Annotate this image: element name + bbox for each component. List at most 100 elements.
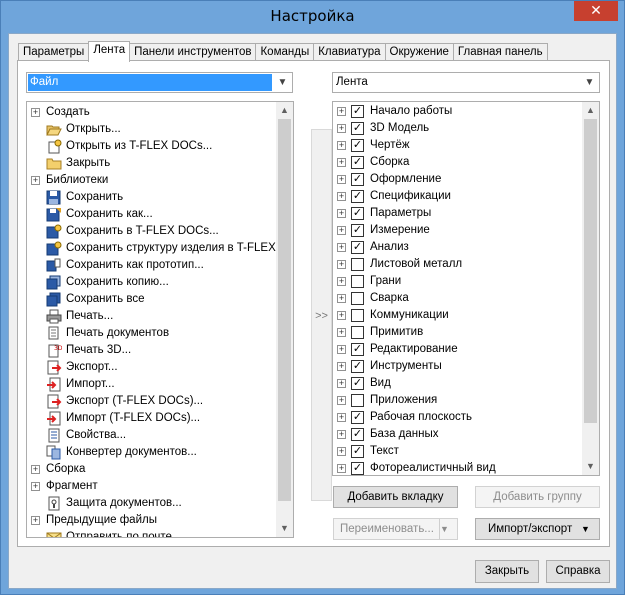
expand-icon[interactable]: +	[337, 413, 346, 422]
chevron-down-icon[interactable]: ▼	[581, 519, 599, 539]
scroll-thumb[interactable]	[584, 119, 597, 423]
expand-icon[interactable]: +	[337, 209, 346, 218]
expand-icon[interactable]: +	[337, 362, 346, 371]
chevron-down-icon[interactable]: ▼	[439, 519, 457, 539]
import-export-button[interactable]: Импорт/экспорт ▼	[475, 518, 600, 540]
expand-icon[interactable]: +	[31, 176, 40, 185]
command-item[interactable]: + Фрагмент	[27, 478, 277, 495]
expand-icon[interactable]: +	[337, 124, 346, 133]
ribbon-tab-checkbox[interactable]: ✓	[351, 377, 364, 390]
expand-icon[interactable]: +	[31, 108, 40, 117]
ribbon-tab-item[interactable]: + ✓ Фотореалистичный вид	[333, 460, 583, 475]
command-item[interactable]: Импорт...	[27, 376, 277, 393]
scroll-down-icon[interactable]: ▼	[276, 520, 293, 537]
ribbon-tab-checkbox[interactable]: ✓	[351, 462, 364, 475]
expand-icon[interactable]: +	[337, 277, 346, 286]
ribbon-tab-item[interactable]: + ✓ Редактирование	[333, 341, 583, 358]
command-item[interactable]: Импорт (T-FLEX DOCs)...	[27, 410, 277, 427]
ribbon-tab-checkbox[interactable]: ✓	[351, 224, 364, 237]
expand-icon[interactable]: +	[31, 482, 40, 491]
command-category-select[interactable]: Файл ▼	[26, 72, 293, 93]
ribbon-tab-item[interactable]: + ✓ Инструменты	[333, 358, 583, 375]
expand-icon[interactable]: +	[337, 175, 346, 184]
expand-icon[interactable]: +	[31, 516, 40, 525]
scroll-thumb[interactable]	[278, 119, 291, 501]
tab-1[interactable]: Лента	[88, 41, 131, 62]
ribbon-tab-checkbox[interactable]	[351, 394, 364, 407]
command-item[interactable]: Свойства...	[27, 427, 277, 444]
ribbon-tab-item[interactable]: + ✓ 3D Модель	[333, 120, 583, 137]
expand-icon[interactable]: +	[337, 192, 346, 201]
close-button[interactable]: Закрыть	[475, 560, 539, 583]
rename-button[interactable]: Переименовать... ▼	[333, 518, 458, 540]
scroll-down-icon[interactable]: ▼	[582, 458, 599, 475]
ribbon-tab-checkbox[interactable]	[351, 292, 364, 305]
title-bar[interactable]: Настройка ✕	[1, 1, 624, 33]
ribbon-tab-checkbox[interactable]: ✓	[351, 122, 364, 135]
ribbon-tab-checkbox[interactable]	[351, 326, 364, 339]
add-group-button[interactable]: Добавить группу	[475, 486, 600, 508]
ribbon-tab-item[interactable]: + Приложения	[333, 392, 583, 409]
commands-list[interactable]: Отправить по почте + Предыдущие файлы Защит…	[26, 101, 294, 538]
chevron-down-icon[interactable]: ▼	[274, 74, 291, 91]
expand-icon[interactable]: +	[337, 141, 346, 150]
ribbon-tab-item[interactable]: + ✓ Сборка	[333, 154, 583, 171]
ribbon-tab-item[interactable]: + ✓ Параметры	[333, 205, 583, 222]
command-item[interactable]: + Библиотеки	[27, 172, 277, 189]
ribbon-tab-checkbox[interactable]	[351, 309, 364, 322]
close-window-button[interactable]: ✕	[574, 1, 618, 21]
command-item[interactable]: + Сборка	[27, 461, 277, 478]
add-to-ribbon-button[interactable]: >>	[311, 129, 332, 501]
ribbon-select[interactable]: Лента ▼	[332, 72, 600, 93]
ribbon-tab-checkbox[interactable]: ✓	[351, 428, 364, 441]
ribbon-tab-checkbox[interactable]: ✓	[351, 343, 364, 356]
expand-icon[interactable]: +	[337, 345, 346, 354]
expand-icon[interactable]: +	[337, 226, 346, 235]
ribbon-tab-checkbox[interactable]: ✓	[351, 411, 364, 424]
command-item[interactable]: Экспорт...	[27, 359, 277, 376]
expand-icon[interactable]: +	[337, 260, 346, 269]
expand-icon[interactable]: +	[337, 379, 346, 388]
scroll-up-icon[interactable]: ▲	[582, 102, 599, 119]
command-item[interactable]: Сохранить все	[27, 291, 277, 308]
chevron-down-icon[interactable]: ▼	[581, 74, 598, 91]
ribbon-tab-item[interactable]: + ✓ Анализ	[333, 239, 583, 256]
command-item[interactable]: Отправить по почте	[27, 529, 277, 537]
expand-icon[interactable]: +	[337, 107, 346, 116]
expand-icon[interactable]: +	[31, 465, 40, 474]
expand-icon[interactable]: +	[337, 430, 346, 439]
ribbon-tab-item[interactable]: + ✓ Измерение	[333, 222, 583, 239]
command-item[interactable]: Сохранить	[27, 189, 277, 206]
expand-icon[interactable]: +	[337, 328, 346, 337]
ribbon-tab-checkbox[interactable]: ✓	[351, 173, 364, 186]
command-item[interactable]: Закрыть	[27, 155, 277, 172]
ribbon-tab-checkbox[interactable]: ✓	[351, 156, 364, 169]
expand-icon[interactable]: +	[337, 464, 346, 473]
ribbon-tab-item[interactable]: + Листовой металл	[333, 256, 583, 273]
ribbon-tab-checkbox[interactable]: ✓	[351, 207, 364, 220]
command-item[interactable]: 3D Печать 3D...	[27, 342, 277, 359]
ribbon-tab-checkbox[interactable]: ✓	[351, 360, 364, 373]
command-item[interactable]: Печать документов	[27, 325, 277, 342]
ribbon-tab-item[interactable]: + Грани	[333, 273, 583, 290]
command-item[interactable]: Сохранить в T-FLEX DOCs...	[27, 223, 277, 240]
ribbon-tab-item[interactable]: + ✓ Начало работы	[333, 103, 583, 120]
command-item[interactable]: Сохранить копию...	[27, 274, 277, 291]
scroll-up-icon[interactable]: ▲	[276, 102, 293, 119]
command-item[interactable]: Сохранить как...	[27, 206, 277, 223]
expand-icon[interactable]: +	[337, 243, 346, 252]
ribbon-tab-item[interactable]: + ✓ База данных	[333, 426, 583, 443]
ribbon-tab-checkbox[interactable]: ✓	[351, 105, 364, 118]
expand-icon[interactable]: +	[337, 447, 346, 456]
ribbon-tab-item[interactable]: + ✓ Рабочая плоскость	[333, 409, 583, 426]
command-item[interactable]: Открыть из T-FLEX DOCs...	[27, 138, 277, 155]
ribbon-tab-item[interactable]: + ✓ Оформление	[333, 171, 583, 188]
ribbon-tab-item[interactable]: + ✓ Текст	[333, 443, 583, 460]
ribbon-tab-item[interactable]: + Коммуникации	[333, 307, 583, 324]
ribbon-tab-item[interactable]: + ✓ Чертёж	[333, 137, 583, 154]
expand-icon[interactable]: +	[337, 294, 346, 303]
ribbon-tab-checkbox[interactable]: ✓	[351, 241, 364, 254]
expand-icon[interactable]: +	[337, 311, 346, 320]
command-item[interactable]: Сохранить как прототип...	[27, 257, 277, 274]
ribbon-tabs-list[interactable]: + ✓ Фотореалистичный вид + ✓ Текст + ✓ База данн…	[332, 101, 600, 476]
